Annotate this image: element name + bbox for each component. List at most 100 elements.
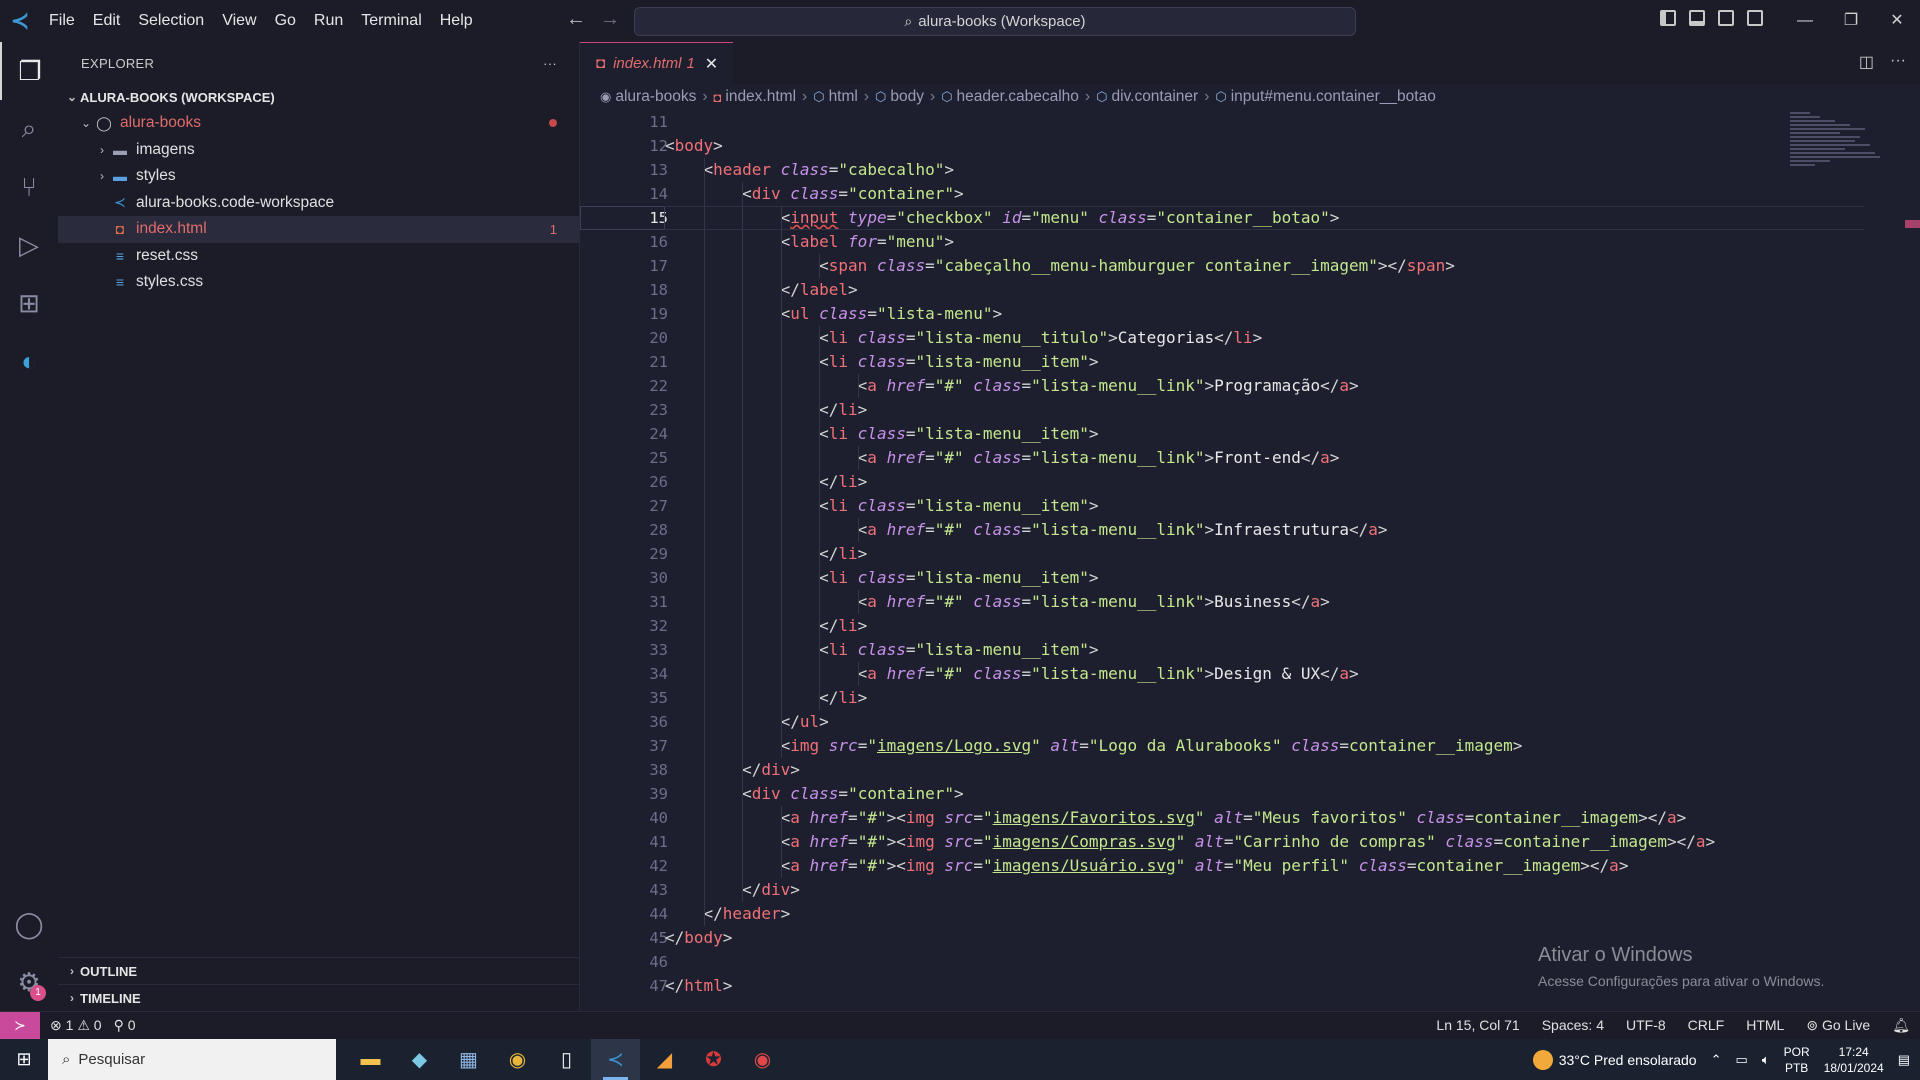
code-line[interactable]: <li class="lista-menu__item">: [665, 422, 1715, 446]
code-line[interactable]: <label for="menu">: [665, 230, 1715, 254]
command-center-search[interactable]: ⌕ alura-books (Workspace): [634, 7, 1356, 36]
windows-start-icon[interactable]: ⊞: [0, 1039, 48, 1080]
cursor-position[interactable]: Ln 15, Col 71: [1436, 1017, 1519, 1034]
code-line[interactable]: </ul>: [665, 710, 1715, 734]
code-line[interactable]: <a href="#" class="lista-menu__link">Fro…: [665, 446, 1715, 470]
remote-icon[interactable]: ≻: [0, 1011, 40, 1040]
menu-file[interactable]: File: [40, 0, 84, 42]
menu-terminal[interactable]: Terminal: [352, 0, 430, 42]
go-live-button[interactable]: ⊚ Go Live: [1806, 1017, 1870, 1034]
timeline-section[interactable]: › TIMELINE: [58, 984, 579, 1011]
code-line[interactable]: </div>: [665, 878, 1715, 902]
sublime-icon[interactable]: ◢: [640, 1039, 689, 1080]
end-of-line[interactable]: CRLF: [1688, 1017, 1725, 1034]
scrollbar-marker[interactable]: [1905, 220, 1920, 228]
search-view-icon[interactable]: ⌕: [0, 100, 58, 158]
code-line[interactable]: <img src="imagens/Logo.svg" alt="Logo da…: [665, 734, 1715, 758]
minimize-icon[interactable]: —: [1782, 0, 1828, 42]
tree-item-imagens[interactable]: › ▬ imagens: [58, 137, 579, 164]
close-window-icon[interactable]: ✕: [1874, 0, 1920, 42]
code-line[interactable]: <ul class="lista-menu">: [665, 302, 1715, 326]
menu-go[interactable]: Go: [266, 0, 305, 42]
code-line[interactable]: </header>: [665, 902, 1715, 926]
code-line[interactable]: </div>: [665, 758, 1715, 782]
code-line[interactable]: </li>: [665, 686, 1715, 710]
breadcrumb-item[interactable]: index.html: [725, 88, 796, 106]
code-line[interactable]: </label>: [665, 278, 1715, 302]
back-arrow-icon[interactable]: ←: [566, 8, 586, 31]
code-lines[interactable]: <body> <header class="cabecalho"> <div c…: [665, 110, 1715, 998]
run-debug-icon[interactable]: ▷: [0, 216, 58, 274]
calculator-icon[interactable]: ▦: [444, 1039, 493, 1080]
close-tab-icon[interactable]: ✕: [705, 54, 718, 74]
code-line[interactable]: </li>: [665, 398, 1715, 422]
tree-item-workspace-file[interactable]: ≺ alura-books.code-workspace: [58, 190, 579, 217]
restore-icon[interactable]: ❐: [1828, 0, 1874, 42]
code-line[interactable]: </li>: [665, 542, 1715, 566]
edge-devtools-icon[interactable]: ◐: [0, 332, 58, 390]
breadcrumb-item[interactable]: header.cabecalho: [957, 88, 1079, 106]
source-control-icon[interactable]: ⑂: [0, 158, 58, 216]
file-explorer-icon[interactable]: ▬: [346, 1039, 395, 1080]
tree-item-styles-css[interactable]: ≡ styles.css: [58, 269, 579, 296]
code-line[interactable]: <li class="lista-menu__item">: [665, 566, 1715, 590]
toggle-panel-icon[interactable]: [1689, 10, 1705, 26]
forward-arrow-icon[interactable]: →: [600, 8, 620, 31]
code-line[interactable]: <a href="#"><img src="imagens/Usuário.sv…: [665, 854, 1715, 878]
weather-widget[interactable]: 33°C Pred ensolarado: [1532, 1049, 1697, 1070]
code-line[interactable]: <a href="#" class="lista-menu__link">Pro…: [665, 374, 1715, 398]
menu-run[interactable]: Run: [305, 0, 352, 42]
breadcrumb-item[interactable]: input#menu.container__botao: [1231, 88, 1436, 106]
code-line[interactable]: <a href="#"><img src="imagens/Compras.sv…: [665, 830, 1715, 854]
minimap[interactable]: [1790, 110, 1900, 210]
breadcrumb-item[interactable]: html: [829, 88, 858, 106]
vscode-icon[interactable]: ≺: [591, 1039, 640, 1080]
menu-help[interactable]: Help: [431, 0, 482, 42]
code-line[interactable]: <li class="lista-menu__titulo">Categoria…: [665, 326, 1715, 350]
code-line[interactable]: <a href="#" class="lista-menu__link">Inf…: [665, 518, 1715, 542]
encoding[interactable]: UTF-8: [1626, 1017, 1666, 1034]
chrome-profile-icon[interactable]: ◉: [738, 1039, 787, 1080]
extensions-icon[interactable]: ⊞: [0, 274, 58, 332]
indentation[interactable]: Spaces: 4: [1542, 1017, 1604, 1034]
code-line[interactable]: [665, 110, 1715, 134]
code-line[interactable]: <a href="#" class="lista-menu__link">Des…: [665, 662, 1715, 686]
split-editor-icon[interactable]: ◫: [1859, 52, 1874, 72]
code-line[interactable]: </li>: [665, 614, 1715, 638]
security-icon[interactable]: ✪: [689, 1039, 738, 1080]
tree-item-styles[interactable]: › ▬ styles: [58, 163, 579, 190]
explorer-icon[interactable]: ❐: [0, 42, 58, 100]
code-line[interactable]: <li class="lista-menu__item">: [665, 638, 1715, 662]
language-mode[interactable]: HTML: [1746, 1017, 1784, 1034]
tree-item-index-html[interactable]: ◘ index.html 1: [58, 216, 579, 243]
toggle-secondary-sidebar-icon[interactable]: [1718, 10, 1734, 26]
code-line[interactable]: <header class="cabecalho">: [665, 158, 1715, 182]
notifications-bell-icon[interactable]: 🔔︎: [1892, 1017, 1910, 1034]
network-icon[interactable]: ▭: [1736, 1052, 1748, 1068]
chrome-icon[interactable]: ◉: [493, 1039, 542, 1080]
volume-icon[interactable]: 🔈︎: [1762, 1052, 1770, 1068]
document-icon[interactable]: ▯: [542, 1039, 591, 1080]
menu-edit[interactable]: Edit: [84, 0, 130, 42]
code-line[interactable]: <div class="container">: [665, 182, 1715, 206]
workspace-root[interactable]: ⌄ ALURA-BOOKS (WORKSPACE): [58, 84, 579, 110]
breadcrumb-item[interactable]: div.container: [1111, 88, 1198, 106]
customize-layout-icon[interactable]: [1747, 10, 1763, 26]
code-line[interactable]: <a href="#"><img src="imagens/Favoritos.…: [665, 806, 1715, 830]
menu-selection[interactable]: Selection: [129, 0, 213, 42]
clock[interactable]: 17:24 18/01/2024: [1824, 1044, 1884, 1076]
tree-item-reset-css[interactable]: ≡ reset.css: [58, 243, 579, 270]
code-line[interactable]: <li class="lista-menu__item">: [665, 350, 1715, 374]
toggle-primary-sidebar-icon[interactable]: [1660, 10, 1676, 26]
more-actions-icon[interactable]: ···: [543, 56, 557, 71]
outline-section[interactable]: › OUTLINE: [58, 957, 579, 984]
code-line[interactable]: </li>: [665, 470, 1715, 494]
accounts-icon[interactable]: ◯: [0, 895, 58, 953]
folder-alura-books[interactable]: ⌄ ◯ alura-books: [58, 110, 579, 137]
menu-view[interactable]: View: [213, 0, 265, 42]
tab-index-html[interactable]: ◘ index.html 1 ✕: [580, 42, 733, 84]
ports-status[interactable]: ⚲ 0: [114, 1017, 136, 1034]
code-line[interactable]: <span class="cabeçalho__menu-hamburguer …: [665, 254, 1715, 278]
code-line[interactable]: <li class="lista-menu__item">: [665, 494, 1715, 518]
breadcrumb-item[interactable]: body: [890, 88, 924, 106]
